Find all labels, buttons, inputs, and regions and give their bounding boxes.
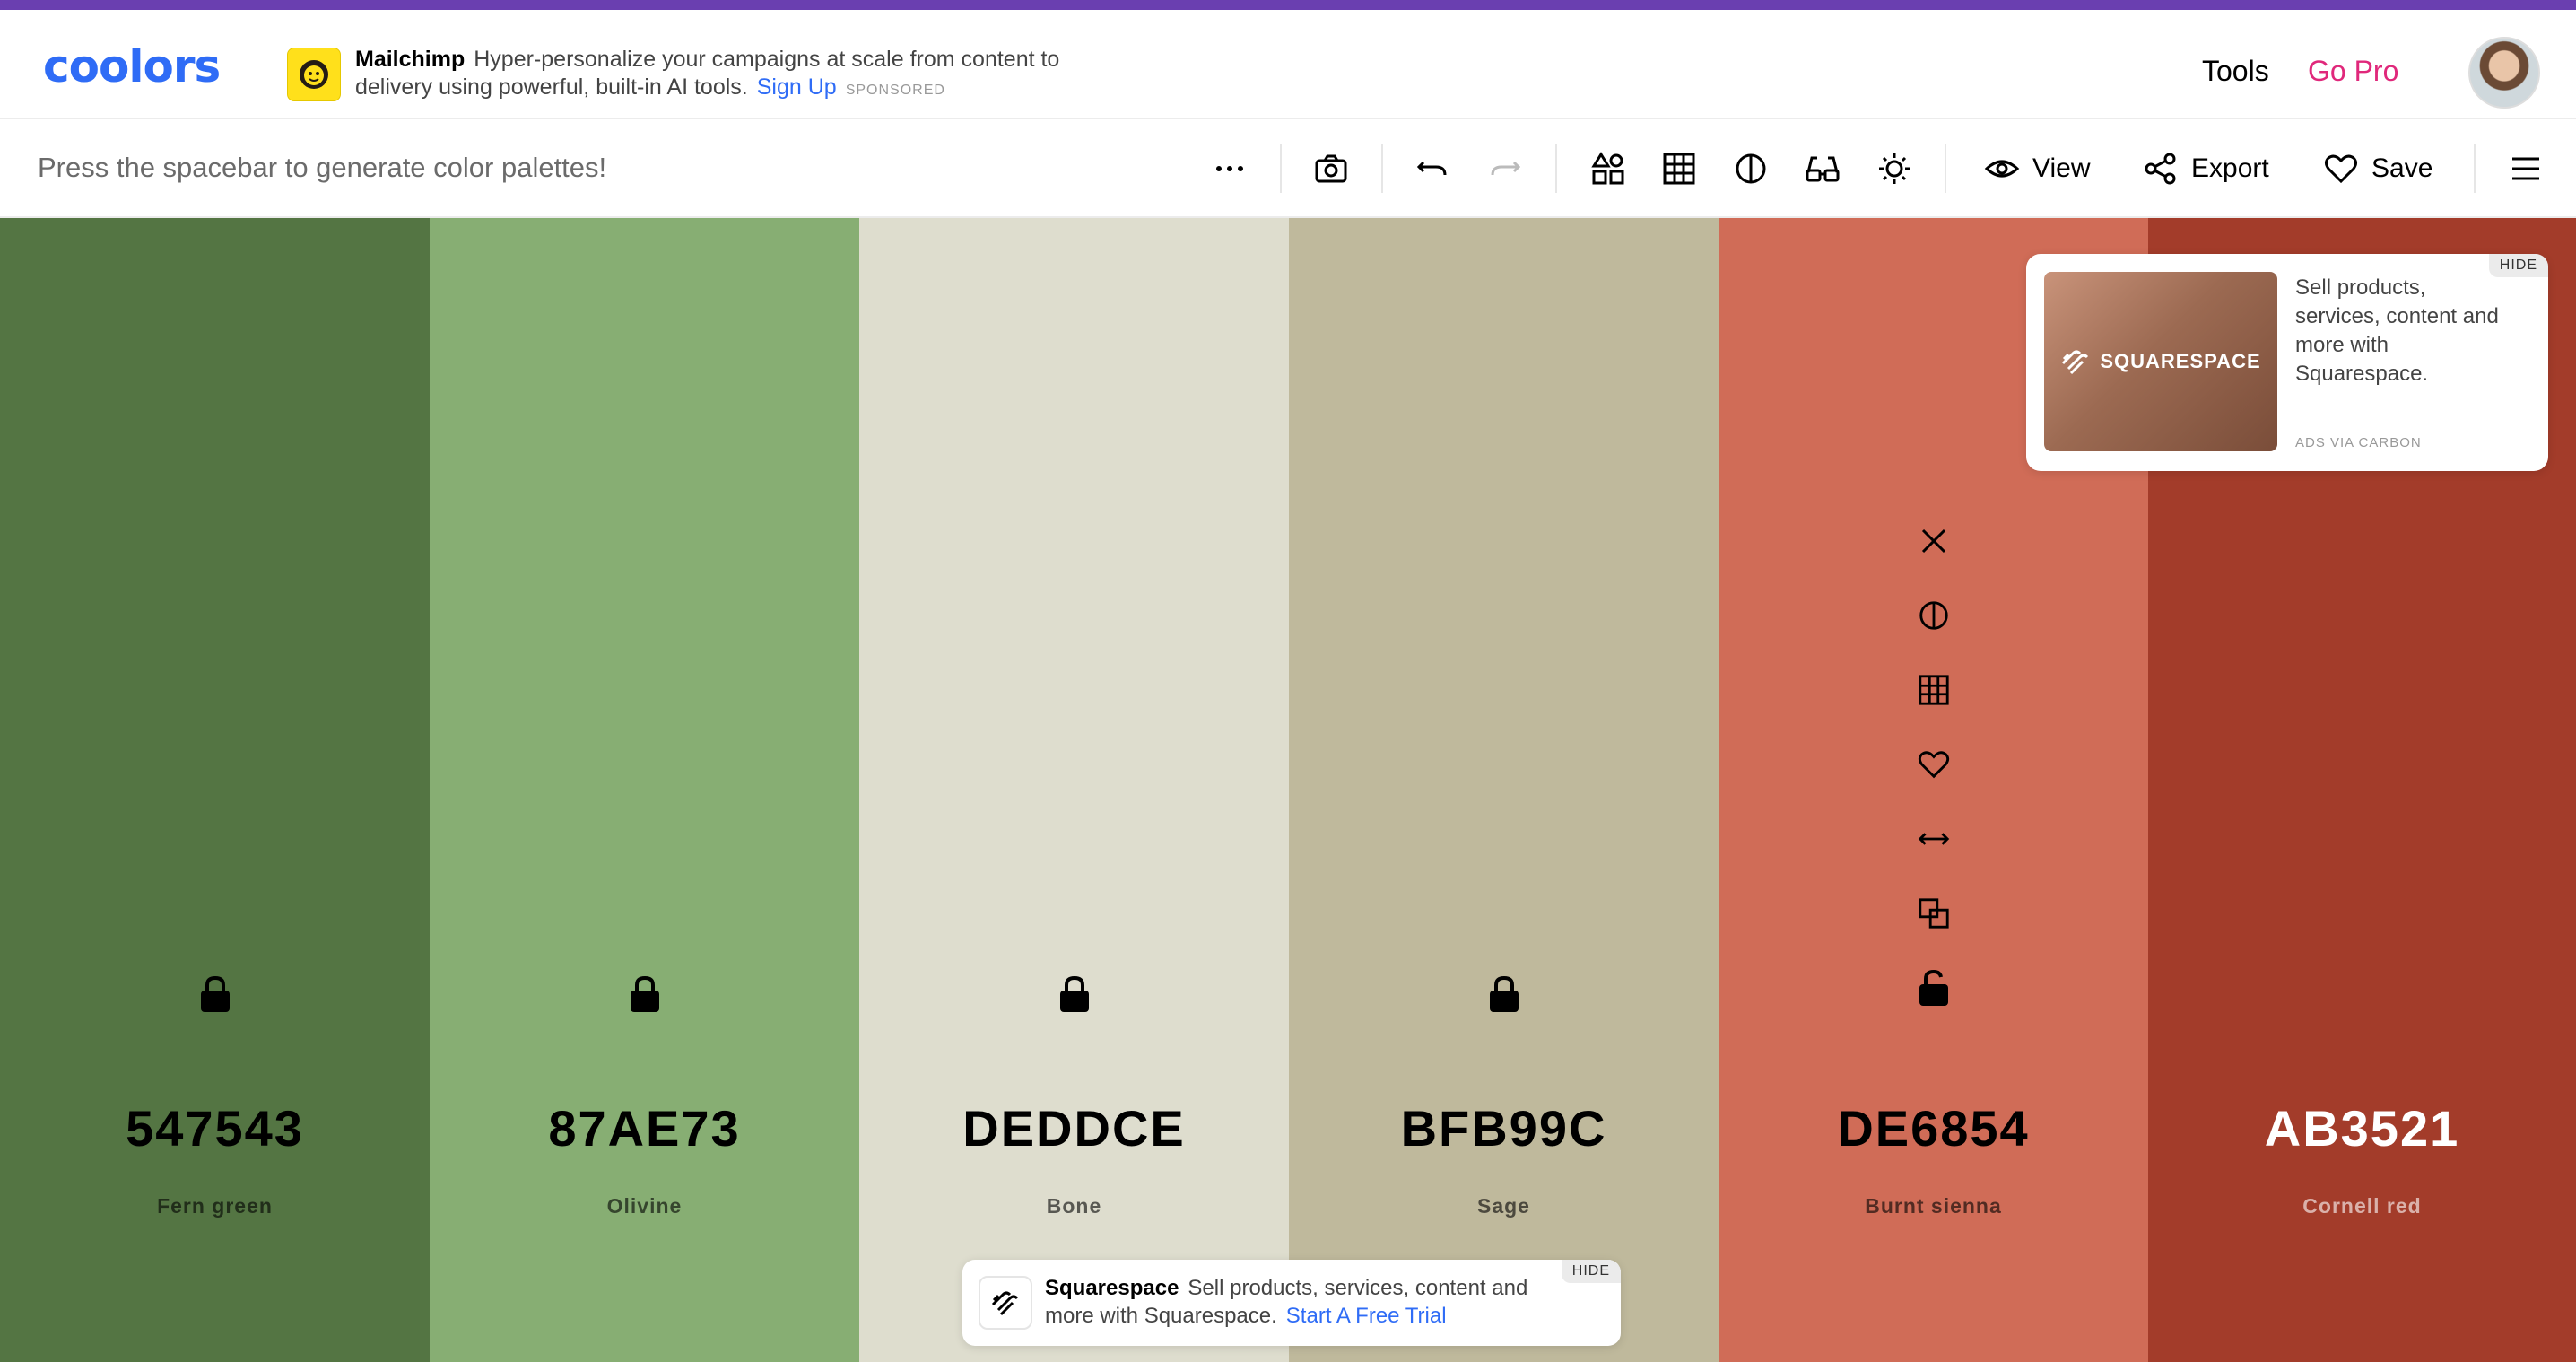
color-swatch[interactable]: BFB99C Sage <box>1289 218 1719 1362</box>
free-trial-link[interactable]: Start A Free Trial <box>1286 1304 1447 1328</box>
mailchimp-logo-icon <box>287 48 341 101</box>
ad-image-brand: SQUARESPACE <box>2100 350 2261 372</box>
glasses-icon[interactable] <box>1800 146 1845 191</box>
squarespace-logo-icon <box>979 1276 1032 1330</box>
hide-ad-button[interactable]: HIDE <box>2488 254 2548 277</box>
lock-icon[interactable] <box>622 972 667 1017</box>
unlock-icon[interactable] <box>1911 965 1956 1010</box>
grid-icon[interactable] <box>1657 146 1701 191</box>
nav-tools[interactable]: Tools <box>2202 55 2269 88</box>
toolbar: Press the spacebar to generate color pal… <box>0 119 2576 218</box>
color-name[interactable]: Sage <box>1289 1194 1719 1218</box>
save-label: Save <box>2371 153 2433 183</box>
sponsor-text-block: Mailchimp Hyper-personalize your campaign… <box>355 46 1091 104</box>
hide-ad-button[interactable]: HIDE <box>1561 1260 1621 1283</box>
sponsor-brand: Mailchimp <box>355 47 466 72</box>
undo-icon[interactable] <box>1410 146 1455 191</box>
carbon-ad[interactable]: SQUARESPACE Sell products, services, con… <box>2026 254 2548 471</box>
nav-go-pro[interactable]: Go Pro <box>2308 55 2398 88</box>
color-name[interactable]: Olivine <box>430 1194 859 1218</box>
heart-icon <box>2325 154 2357 184</box>
heart-icon[interactable] <box>1911 742 1956 787</box>
save-button[interactable]: Save <box>2323 146 2432 191</box>
bottom-ad[interactable]: Squarespace Sell products, services, cont… <box>962 1260 1621 1346</box>
lock-icon[interactable] <box>1052 972 1097 1017</box>
color-name[interactable]: Burnt sienna <box>1719 1194 2148 1218</box>
shades-grid-icon[interactable] <box>1911 668 1956 712</box>
logo-text: coolors <box>43 40 221 92</box>
share-icon <box>2145 153 2176 185</box>
squarespace-ad-image[interactable]: SQUARESPACE <box>2044 272 2277 451</box>
eye-icon <box>1984 160 2020 178</box>
hex-code[interactable]: 87AE73 <box>430 1099 859 1157</box>
bottom-ad-brand: Squarespace <box>1045 1276 1179 1300</box>
carbon-ad-text[interactable]: Sell products, services, content and mor… <box>2295 274 2502 389</box>
color-swatch[interactable]: 547543 Fern green <box>0 218 430 1362</box>
view-label: View <box>2032 153 2091 183</box>
color-swatch[interactable]: DEDDCE Bone <box>859 218 1289 1362</box>
hamburger-menu-icon[interactable] <box>2503 146 2548 191</box>
color-name[interactable]: Bone <box>859 1194 1289 1218</box>
bottom-ad-text: Squarespace Sell products, services, cont… <box>1045 1274 1547 1330</box>
lock-icon[interactable] <box>193 972 238 1017</box>
color-name[interactable]: Cornell red <box>2148 1194 2576 1218</box>
coolors-logo[interactable]: coolors <box>43 35 240 98</box>
header: coolors Mailchimp Hyper-personalize your … <box>0 10 2576 119</box>
view-button[interactable]: View <box>1984 146 2090 191</box>
toolbar-divider <box>1945 144 1946 193</box>
top-accent-bar <box>0 0 2576 10</box>
more-options-icon[interactable] <box>1207 146 1252 191</box>
color-name[interactable]: Fern green <box>0 1194 430 1218</box>
drag-arrows-icon[interactable] <box>1911 816 1956 861</box>
remove-color-icon[interactable] <box>1911 519 1956 563</box>
export-button[interactable]: Export <box>2143 146 2269 191</box>
brightness-icon[interactable] <box>1872 146 1917 191</box>
hex-code[interactable]: DE6854 <box>1719 1099 2148 1157</box>
sponsor-banner[interactable]: Mailchimp Hyper-personalize your campaign… <box>285 37 1075 109</box>
camera-icon[interactable] <box>1309 146 1353 191</box>
sponsored-tag: SPONSORED <box>845 83 945 98</box>
toolbar-divider <box>2474 144 2476 193</box>
redo-icon[interactable] <box>1483 146 1527 191</box>
hex-code[interactable]: BFB99C <box>1289 1099 1719 1157</box>
hex-code[interactable]: AB3521 <box>2148 1099 2576 1157</box>
swatch-tools <box>1911 519 1956 1040</box>
toolbar-divider <box>1381 144 1383 193</box>
hex-code[interactable]: DEDDCE <box>859 1099 1289 1157</box>
lock-icon[interactable] <box>1482 972 1527 1017</box>
squarespace-logo-icon <box>2062 350 2089 375</box>
spacebar-hint: Press the spacebar to generate color pal… <box>38 152 607 183</box>
copy-icon[interactable] <box>1911 891 1956 936</box>
toolbar-divider <box>1555 144 1557 193</box>
toolbar-divider <box>1280 144 1282 193</box>
contrast-icon[interactable] <box>1728 146 1773 191</box>
shapes-icon[interactable] <box>1586 146 1631 191</box>
avatar[interactable] <box>2468 37 2540 109</box>
contrast-icon[interactable] <box>1911 593 1956 638</box>
ads-via-carbon[interactable]: ADS VIA CARBON <box>2295 435 2422 450</box>
color-swatch[interactable]: 87AE73 Olivine <box>430 218 859 1362</box>
hex-code[interactable]: 547543 <box>0 1099 430 1157</box>
export-label: Export <box>2191 153 2269 183</box>
sponsor-signup-link[interactable]: Sign Up <box>757 74 837 100</box>
